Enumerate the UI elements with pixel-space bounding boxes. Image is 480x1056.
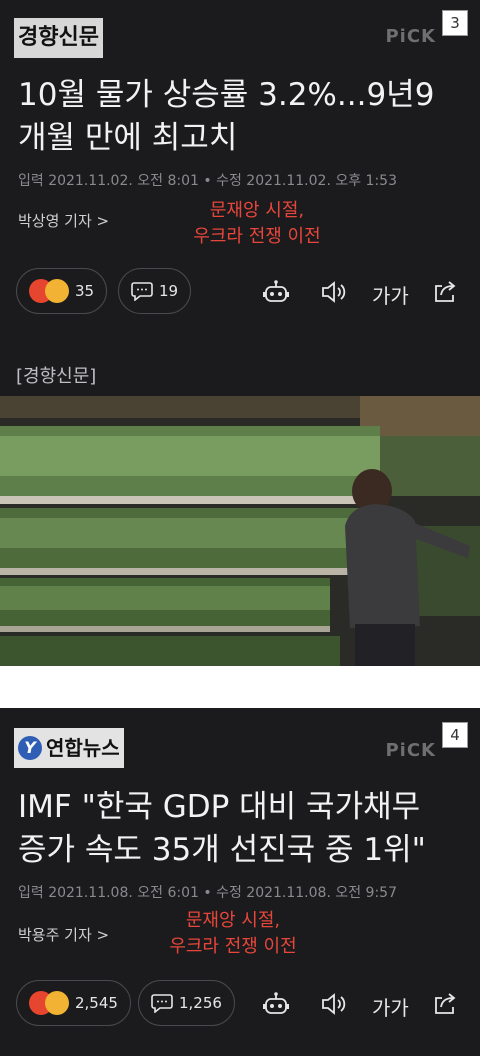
comment-count: 1,256 xyxy=(179,994,222,1012)
image-caption: [경향신문] xyxy=(16,366,97,387)
note-line-2: 우크라 전쟁 이전 xyxy=(169,936,297,957)
robot-icon[interactable] xyxy=(262,279,290,305)
speaker-icon[interactable] xyxy=(320,280,348,304)
article-photo xyxy=(0,396,480,666)
headline-line-2: 개월 만에 최고치 xyxy=(18,120,238,156)
note-line-1: 문재앙 시절, xyxy=(185,910,281,931)
reaction-button[interactable]: 2,545 xyxy=(16,980,131,1026)
reaction-count: 35 xyxy=(75,282,95,300)
reporter-link[interactable]: 박용주 기자 > xyxy=(18,924,109,945)
headline: 10월 물가 상승률 3.2%...9년9 개월 만에 최고치 xyxy=(18,74,468,160)
speech-bubble-icon xyxy=(131,282,153,301)
pick-label: PiCK xyxy=(385,740,436,761)
article-card-1: 경향신문 PiCK 3 10월 물가 상승률 3.2%...9년9 개월 만에 … xyxy=(0,0,480,398)
comment-button[interactable]: 19 xyxy=(118,268,192,314)
publisher-logo[interactable]: Y 연합뉴스 xyxy=(14,728,124,768)
timestamp-meta: 입력 2021.11.02. 오전 8:01 • 수정 2021.11.02. … xyxy=(18,173,397,189)
timestamp-meta: 입력 2021.11.08. 오전 6:01 • 수정 2021.11.08. … xyxy=(18,885,397,901)
reaction-count: 2,545 xyxy=(75,994,118,1012)
emoji-reaction-icon xyxy=(29,279,69,303)
rank-badge: 4 xyxy=(442,722,468,748)
pick-label: PiCK xyxy=(385,26,436,47)
headline-line-1: IMF "한국 GDP 대비 국가채무 xyxy=(18,789,421,825)
share-icon[interactable] xyxy=(432,279,458,303)
speech-bubble-icon xyxy=(151,994,173,1013)
comment-button[interactable]: 1,256 xyxy=(138,980,235,1026)
article-card-2: Y 연합뉴스 PiCK 4 IMF "한국 GDP 대비 국가채무 증가 속도 … xyxy=(0,708,480,1056)
emoji-reaction-icon xyxy=(29,991,69,1015)
publisher-logo[interactable]: 경향신문 xyxy=(14,18,103,58)
headline-line-2: 증가 속도 35개 선진국 중 1위" xyxy=(18,832,426,868)
reaction-button[interactable]: 35 xyxy=(16,268,108,314)
reporter-link[interactable]: 박상영 기자 > xyxy=(18,210,109,231)
globe-logo-icon: Y xyxy=(18,736,42,760)
annotation-note: 문재앙 시절, 우크라 전쟁 이전 xyxy=(148,908,318,960)
speaker-icon[interactable] xyxy=(320,992,348,1016)
robot-icon[interactable] xyxy=(262,991,290,1017)
font-size-button[interactable]: 가가 xyxy=(372,992,409,1021)
annotation-note: 문재앙 시절, 우크라 전쟁 이전 xyxy=(172,198,342,250)
headline-line-1: 10월 물가 상승률 3.2%...9년9 xyxy=(18,77,435,113)
note-line-1: 문재앙 시절, xyxy=(209,200,305,221)
comment-count: 19 xyxy=(159,282,179,300)
share-icon[interactable] xyxy=(432,991,458,1015)
publisher-name: 연합뉴스 xyxy=(46,736,120,760)
rank-badge: 3 xyxy=(442,10,468,36)
font-size-button[interactable]: 가가 xyxy=(372,280,409,309)
headline: IMF "한국 GDP 대비 국가채무 증가 속도 35개 선진국 중 1위" xyxy=(18,786,468,872)
note-line-2: 우크라 전쟁 이전 xyxy=(193,226,321,247)
